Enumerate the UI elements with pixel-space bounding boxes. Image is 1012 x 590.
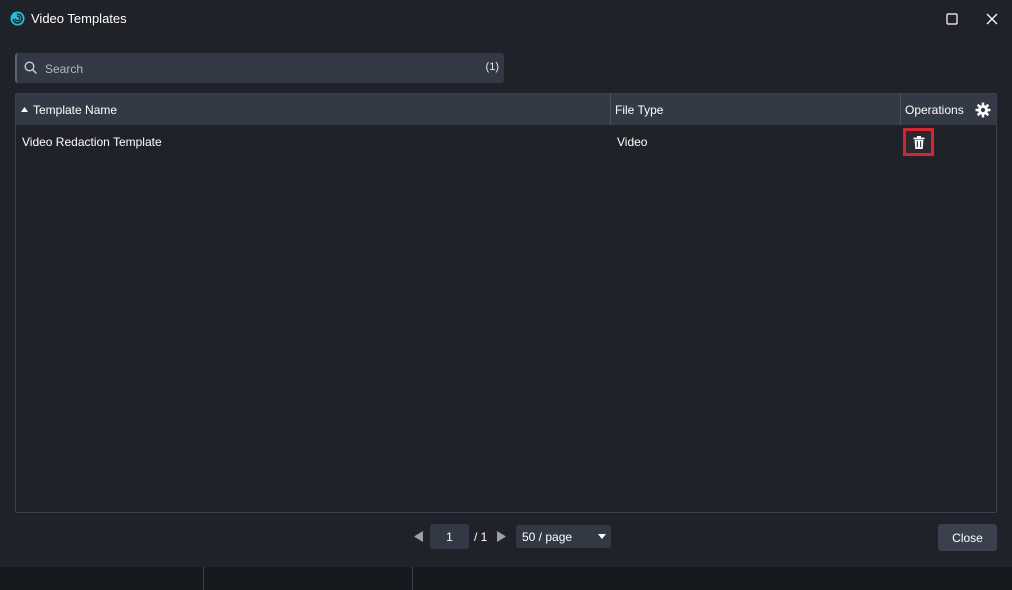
- column-label-template-name: Template Name: [33, 102, 118, 117]
- column-header-operations: Operations: [901, 94, 971, 125]
- cell-file-type: Video: [617, 135, 648, 149]
- sort-ascending-icon: [21, 107, 28, 112]
- search-box: (1): [15, 53, 504, 83]
- search-result-count: (1): [485, 61, 499, 73]
- close-button[interactable]: Close: [938, 524, 997, 551]
- chevron-left-icon: [413, 531, 423, 542]
- caret-down-icon: [598, 534, 606, 539]
- delete-template-button[interactable]: [903, 128, 934, 156]
- search-icon: [24, 61, 37, 74]
- page-size-value: 50 / page: [522, 530, 573, 544]
- divider: [203, 567, 204, 590]
- chevron-right-icon: [496, 531, 506, 542]
- column-header-template-name[interactable]: Template Name: [16, 94, 611, 125]
- previous-page-button[interactable]: [409, 525, 427, 548]
- next-page-button[interactable]: [492, 525, 510, 548]
- table-header: Template Name File Type Operations: [16, 94, 996, 125]
- divider: [412, 567, 413, 590]
- swirl-logo-icon: [10, 11, 25, 26]
- search-input[interactable]: [43, 59, 467, 79]
- page-size-select[interactable]: 50 / page: [516, 525, 611, 548]
- table-row[interactable]: Video Redaction Template Video: [16, 125, 996, 159]
- maximize-button[interactable]: [940, 9, 964, 29]
- column-header-file-type[interactable]: File Type: [611, 94, 901, 125]
- close-icon: [986, 13, 998, 25]
- templates-table: Template Name File Type Operations Video…: [15, 93, 997, 513]
- close-window-button[interactable]: [980, 9, 1004, 29]
- video-templates-dialog: Video Templates (1) Template Name: [0, 0, 1012, 567]
- cell-template-name: Video Redaction Template: [22, 135, 162, 149]
- page-total: / 1: [474, 529, 488, 544]
- gear-icon: [975, 102, 991, 117]
- window-title: Video Templates: [31, 11, 127, 26]
- column-label-file-type: File Type: [615, 102, 664, 117]
- trash-icon: [913, 135, 924, 149]
- column-label-operations: Operations: [905, 102, 964, 117]
- background-strip: [0, 567, 1012, 590]
- page-number-input[interactable]: [430, 524, 469, 549]
- pagination: / 1: [409, 524, 510, 549]
- column-settings-button[interactable]: [970, 94, 996, 125]
- maximize-icon: [946, 13, 958, 25]
- title-bar: Video Templates: [0, 0, 1012, 38]
